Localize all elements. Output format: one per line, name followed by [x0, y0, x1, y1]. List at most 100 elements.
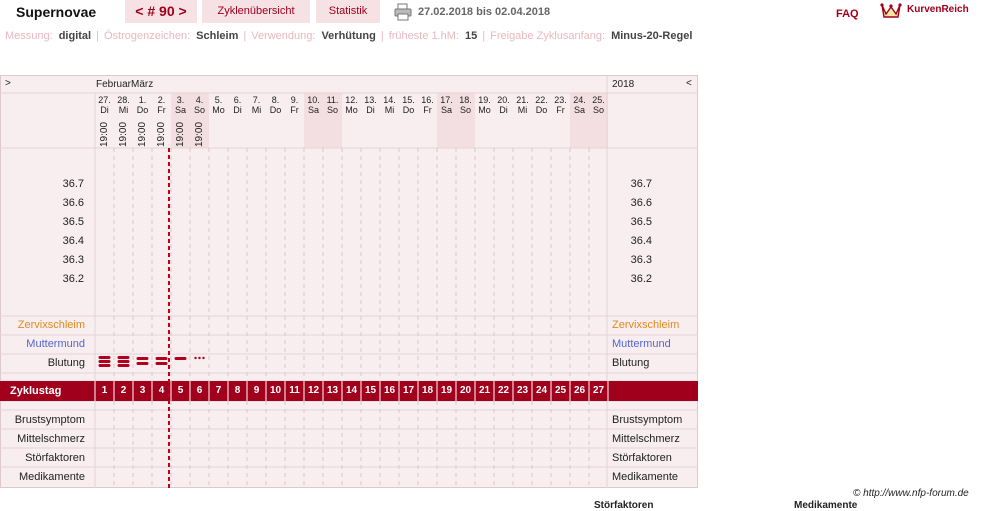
row-label-mittelschmerz-right: Mittelschmerz — [612, 433, 680, 445]
cycle-day-number[interactable]: 27 — [589, 385, 608, 396]
tab-statistics[interactable]: Statistik — [316, 0, 380, 23]
weekday-label: Mo — [345, 105, 358, 115]
user-name: Supernovae — [16, 4, 97, 20]
setting-value: 15 — [465, 30, 478, 42]
crown-logo-icon[interactable] — [880, 2, 902, 20]
separator: | — [482, 30, 486, 42]
temperature-axis-label: 36.4 — [62, 235, 84, 247]
weekday-label: Fr — [556, 105, 565, 115]
row-label-disturbances-right: Störfaktoren — [612, 452, 672, 464]
measurement-time: 19:00 — [194, 121, 205, 147]
bleeding-mark — [117, 360, 130, 363]
next-cycle-arrow[interactable]: < — [686, 78, 692, 89]
cycle-day-number[interactable]: 8 — [228, 385, 247, 396]
cycle-day-number[interactable]: 16 — [380, 385, 399, 396]
bleeding-mark — [155, 362, 168, 365]
weekday-label: Mi — [384, 105, 395, 115]
temperature-axis-label: 36.3 — [62, 254, 84, 266]
date-range: 27.02.2018 bis 02.04.2018 — [418, 6, 551, 18]
weekday-label: Sa — [573, 105, 585, 115]
cycle-day-number[interactable]: 9 — [247, 385, 266, 396]
cycle-day-number[interactable]: 14 — [342, 385, 361, 396]
bleeding-mark — [136, 357, 149, 360]
cycle-day-number[interactable]: 5 — [171, 385, 190, 396]
cycle-day-number[interactable]: 4 — [152, 385, 171, 396]
cycle-day-number[interactable]: 23 — [513, 385, 532, 396]
setting-label: Östrogenzeichen: — [103, 30, 191, 42]
weekday-label: Mo — [478, 105, 491, 115]
cycle-day-number[interactable]: 17 — [399, 385, 418, 396]
row-label-disturbances: Störfaktoren — [25, 452, 85, 464]
bleeding-mark — [174, 357, 187, 360]
cycle-day-number[interactable]: 22 — [494, 385, 513, 396]
cycle-day-number[interactable]: 10 — [266, 385, 285, 396]
faq-link[interactable]: FAQ — [836, 8, 859, 20]
row-label-medication-right: Medikamente — [612, 471, 679, 483]
cycle-day-number[interactable]: 26 — [570, 385, 589, 396]
cycle-day-number[interactable]: 15 — [361, 385, 380, 396]
weekday-label: So — [459, 105, 471, 115]
temperature-axis-label-right: 36.4 — [630, 235, 652, 247]
weekday-label: Mo — [212, 105, 225, 115]
logo-text[interactable]: KurvenReich — [907, 4, 969, 15]
cycle-navigation[interactable]: < # 90 > — [125, 0, 197, 23]
setting-label: Verwendung: — [251, 30, 316, 42]
weekday-label: Do — [136, 105, 149, 115]
weekday-label: Fr — [290, 105, 299, 115]
setting-value: Minus-20-Regel — [611, 30, 693, 42]
cycle-day-number[interactable]: 18 — [418, 385, 437, 396]
cycle-day-number[interactable]: 24 — [532, 385, 551, 396]
month-label: FebruarMärz — [96, 79, 154, 90]
measurement-time: 19:00 — [156, 121, 167, 147]
weekday-label: Mi — [517, 105, 528, 115]
weekday-label: Fr — [423, 105, 432, 115]
weekday-label: Do — [402, 105, 415, 115]
weekday-label: Fr — [157, 105, 166, 115]
cycle-day-number[interactable]: 19 — [437, 385, 456, 396]
printer-icon[interactable] — [393, 3, 413, 21]
weekday-label: Do — [535, 105, 548, 115]
measurement-time: 19:00 — [137, 121, 148, 147]
top-bar: Supernovae < # 90 > Zyklenübersicht Stat… — [0, 0, 981, 26]
cycle-day-number[interactable]: 1 — [95, 385, 114, 396]
temperature-axis-label: 36.6 — [62, 197, 84, 209]
cycle-chart: > FebruarMärz 2018 < 27. Di 19:00 28. Mi 19:0… — [0, 75, 698, 488]
cycle-day-number[interactable]: 3 — [133, 385, 152, 396]
row-label-breast-symptom: Brustsymptom — [14, 414, 85, 426]
spotting-dot — [198, 356, 201, 360]
row-label-mittelschmerz: Mittelschmerz — [17, 433, 85, 445]
cycle-day-number[interactable]: 13 — [323, 385, 342, 396]
bleeding-mark — [155, 357, 168, 360]
measurement-time: 19:00 — [118, 121, 129, 147]
cycle-day-number[interactable]: 21 — [475, 385, 494, 396]
weekday-label: So — [592, 105, 604, 115]
row-label-cervix: Muttermund — [26, 338, 85, 350]
row-label-cervical-mucus-right: Zervixschleim — [612, 319, 680, 331]
weekday-label: Mi — [251, 105, 262, 115]
spotting-dot — [202, 356, 205, 360]
cycle-day-number[interactable]: 11 — [285, 385, 304, 396]
setting-label: Freigabe Zyklusanfang: — [490, 30, 606, 42]
temperature-axis-label-right: 36.3 — [630, 254, 652, 266]
cycle-day-number[interactable]: 7 — [209, 385, 228, 396]
temperature-axis-label-right: 36.6 — [630, 197, 652, 209]
cycle-day-number[interactable]: 6 — [190, 385, 209, 396]
temperature-axis-label-right: 36.5 — [630, 216, 652, 228]
measurement-time: 19:00 — [99, 121, 110, 147]
weekday-label: So — [193, 105, 205, 115]
row-label-cervical-mucus: Zervixschleim — [17, 319, 85, 331]
year-label: 2018 — [612, 79, 635, 90]
cycle-day-number[interactable]: 12 — [304, 385, 323, 396]
cycle-day-number[interactable]: 20 — [456, 385, 475, 396]
weekday-label: Sa — [307, 105, 319, 115]
setting-value: Verhütung — [321, 30, 376, 42]
tab-cycle-overview[interactable]: Zyklenübersicht — [202, 0, 310, 23]
copyright-footer: © http://www.nfp-forum.de — [853, 488, 969, 499]
cycle-day-number[interactable]: 2 — [114, 385, 133, 396]
weekday-label: Sa — [440, 105, 452, 115]
previous-cycle-arrow[interactable]: > — [5, 78, 11, 89]
cycle-day-number[interactable]: 25 — [551, 385, 570, 396]
row-label-medication: Medikamente — [18, 471, 85, 483]
row-label-bleeding: Blutung — [47, 357, 85, 369]
bleeding-mark — [136, 362, 149, 365]
